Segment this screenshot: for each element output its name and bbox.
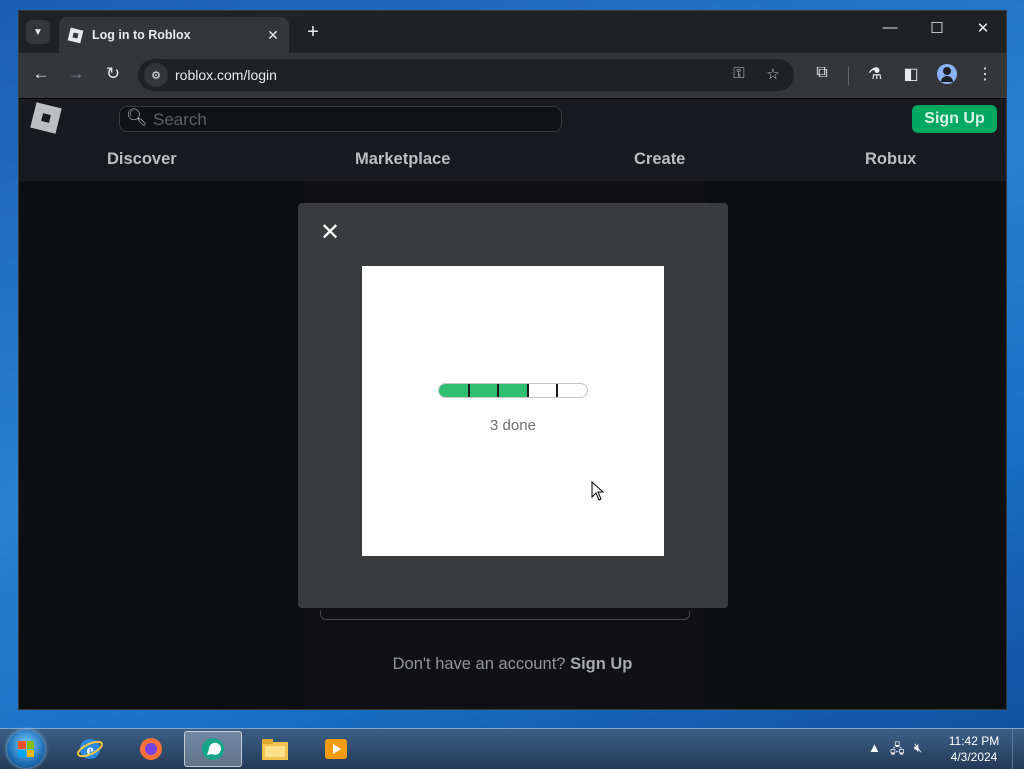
tab-search-icon[interactable]: ▼ — [26, 20, 50, 44]
browser-toolbar: ← → ↻ ⚙ roblox.com/login ⚿ ☆ ⧉ ⚗ ◧ ⋮ — [19, 53, 1006, 99]
start-button[interactable] — [7, 730, 45, 768]
close-window-button[interactable]: ✕ — [968, 19, 998, 37]
minimize-button[interactable]: — — [875, 19, 905, 36]
clock-time: 11:42 PM — [948, 734, 1000, 748]
windows-taskbar: e ▲ 🖧 🔇︎ 11:42 PM 4/3/2024 — [0, 728, 1024, 769]
challenge-frame: 3 done — [362, 266, 664, 556]
side-panel-icon[interactable]: ◧ — [899, 64, 923, 84]
search-icon: 🔍︎ — [126, 108, 148, 127]
nav-discover[interactable]: Discover — [107, 150, 177, 169]
url-text[interactable]: roblox.com/login — [175, 67, 277, 83]
media-player-icon[interactable] — [307, 731, 365, 767]
roblox-search-input[interactable]: 🔍︎ Search — [119, 106, 562, 132]
system-clock[interactable]: 11:42 PM 4/3/2024 — [944, 733, 1004, 765]
tab-roblox-login[interactable]: Log in to Roblox ✕ — [59, 17, 289, 53]
volume-muted-icon[interactable]: 🔇︎ — [914, 740, 922, 756]
chat-app-icon[interactable] — [184, 731, 242, 767]
verification-progress-bar — [438, 383, 588, 398]
tab-close-icon[interactable]: ✕ — [265, 27, 281, 44]
close-icon[interactable]: ✕ — [318, 221, 342, 245]
progress-segment-divider — [497, 384, 500, 397]
file-explorer-icon[interactable] — [246, 731, 304, 767]
roblox-logo-icon[interactable] — [30, 102, 62, 134]
mouse-cursor-icon — [591, 481, 605, 501]
address-bar[interactable]: ⚙ roblox.com/login ⚿ ☆ — [138, 59, 794, 91]
extensions-icon[interactable]: ⧉ — [810, 64, 834, 82]
nav-robux[interactable]: Robux — [865, 150, 916, 169]
tab-strip: ▼ Log in to Roblox ✕ + — ☐ ✕ — [19, 11, 1006, 53]
roblox-page: 🔍︎ Search Sign Up Discover Marketplace C… — [19, 99, 1006, 709]
reload-icon[interactable]: ↻ — [100, 64, 126, 84]
header-sign-up-button[interactable]: Sign Up — [912, 105, 997, 133]
roblox-header: 🔍︎ Search Sign Up Discover Marketplace C… — [19, 99, 1006, 181]
site-info-icon[interactable]: ⚙ — [144, 63, 168, 87]
labs-flask-icon[interactable]: ⚗ — [863, 64, 887, 84]
progress-segment-divider — [556, 384, 559, 397]
tab-title: Log in to Roblox — [92, 28, 191, 42]
new-tab-button[interactable]: + — [301, 20, 325, 44]
internet-explorer-icon[interactable]: e — [61, 731, 119, 767]
profile-avatar-icon[interactable] — [937, 64, 957, 84]
roblox-favicon-icon — [67, 27, 84, 43]
show-desktop-button[interactable] — [1012, 729, 1024, 769]
bookmark-star-icon[interactable]: ☆ — [762, 65, 784, 83]
password-key-icon[interactable]: ⚿ — [728, 65, 750, 82]
maximize-button[interactable]: ☐ — [922, 19, 952, 37]
search-placeholder: Search — [153, 110, 207, 129]
back-arrow-icon[interactable]: ← — [28, 64, 54, 84]
progress-fill — [439, 384, 528, 397]
progress-status-text: 3 done — [490, 417, 536, 434]
forward-arrow-icon[interactable]: → — [63, 64, 89, 84]
clock-date: 4/3/2024 — [950, 750, 998, 764]
nav-marketplace[interactable]: Marketplace — [355, 150, 450, 169]
show-hidden-icons-icon[interactable]: ▲ — [868, 740, 881, 755]
network-icon[interactable]: 🖧 — [890, 740, 905, 762]
browser-window: ▼ Log in to Roblox ✕ + — ☐ ✕ ← → ↻ ⚙ rob… — [18, 10, 1007, 710]
menu-kebab-icon[interactable]: ⋮ — [973, 64, 997, 84]
toolbar-divider — [848, 67, 849, 85]
verification-modal: ✕ 3 done — [298, 203, 728, 608]
progress-segment-divider — [467, 384, 470, 397]
progress-segment-divider — [526, 384, 529, 397]
firefox-icon[interactable] — [122, 731, 180, 767]
windows-logo-icon — [18, 741, 34, 757]
nav-create[interactable]: Create — [634, 150, 685, 169]
